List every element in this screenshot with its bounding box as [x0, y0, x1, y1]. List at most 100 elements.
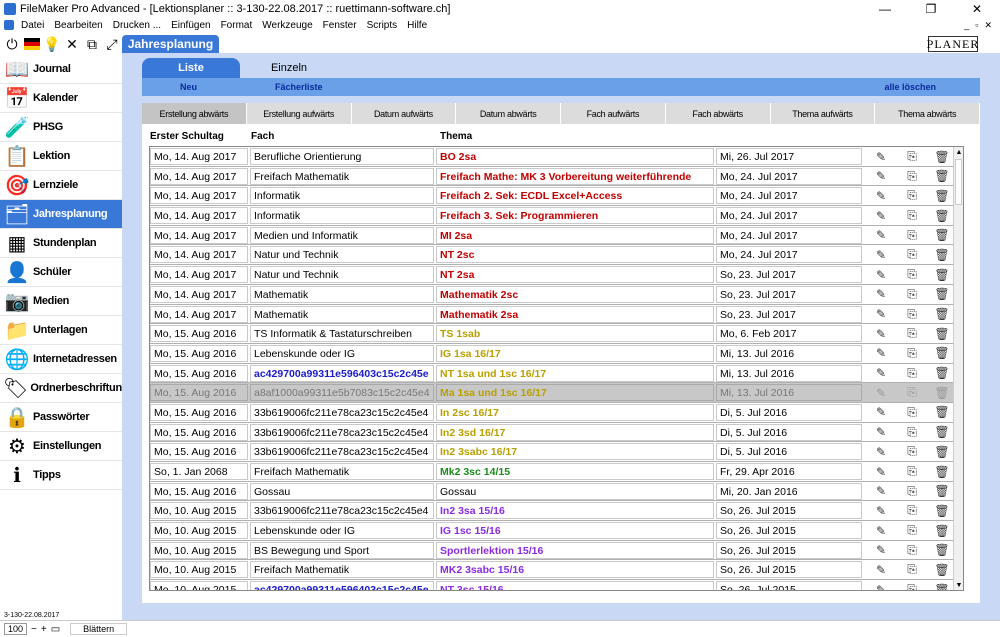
table-row[interactable]: So, 1. Jan 2068 Freifach Mathematik Mk2 3s…: [150, 462, 963, 482]
fach-field[interactable]: Mathematik: [250, 285, 434, 303]
schultag-field[interactable]: Mo, 15. Aug 2016: [150, 364, 248, 382]
delete-icon[interactable]: 🗑: [934, 582, 949, 590]
schultag-field[interactable]: Mo, 15. Aug 2016: [150, 344, 248, 362]
fach-field[interactable]: Freifach Mathematik: [250, 463, 434, 480]
delete-icon[interactable]: 🗑: [934, 385, 949, 400]
zoom-out-icon[interactable]: −: [31, 624, 37, 635]
fach-field[interactable]: ac429700a99311e596403c15c2c45e: [250, 364, 434, 382]
sidebar-item-unterlagen[interactable]: 📁 Unterlagen: [0, 316, 122, 345]
date-until-field[interactable]: Di, 5. Jul 2016: [716, 443, 862, 461]
fach-field[interactable]: Medien und Informatik: [250, 226, 434, 244]
table-row[interactable]: Mo, 15. Aug 2016 33b619006fc211e78ca23c15…: [150, 403, 963, 423]
close-button[interactable]: ✕: [954, 0, 1000, 18]
menu-hilfe[interactable]: Hilfe: [402, 20, 432, 31]
table-row[interactable]: Mo, 15. Aug 2016 Lebenskunde oder IG IG 1s…: [150, 344, 963, 364]
date-until-field[interactable]: Mo, 24. Jul 2017: [716, 187, 862, 205]
window-icon[interactable]: ⧉: [84, 36, 100, 52]
thema-field[interactable]: BO 2sa: [436, 148, 714, 165]
table-row[interactable]: Mo, 14. Aug 2017 Mathematik Mathematik 2sa…: [150, 305, 963, 325]
date-until-field[interactable]: So, 26. Jul 2015: [716, 502, 862, 520]
edit-icon[interactable]: ✎: [874, 169, 888, 184]
fach-field[interactable]: 33b619006fc211e78ca23c15c2c45e4: [250, 443, 434, 461]
schultag-field[interactable]: Mo, 10. Aug 2015: [150, 541, 248, 559]
copy-icon[interactable]: ⎘: [905, 346, 919, 361]
edit-icon[interactable]: ✎: [874, 503, 888, 518]
sidebar-item-einstellungen[interactable]: ⚙ Einstellungen: [0, 432, 122, 461]
fach-field[interactable]: 33b619006fc211e78ca23c15c2c45e4: [250, 502, 434, 520]
maximize-button[interactable]: ❐: [908, 0, 954, 18]
scroll-up-arrow-icon[interactable]: ▲: [954, 147, 963, 157]
menu-werkzeuge[interactable]: Werkzeuge: [257, 20, 317, 31]
sidebar-item-ordnerbeschriftung[interactable]: 🏷 Ordnerbeschriftung: [0, 374, 129, 403]
language-flag-icon[interactable]: [24, 36, 40, 52]
schultag-field[interactable]: Mo, 14. Aug 2017: [150, 148, 248, 165]
table-row[interactable]: Mo, 14. Aug 2017 Natur und Technik NT 2sa S…: [150, 265, 963, 285]
delete-icon[interactable]: 🗑: [934, 523, 949, 538]
sort-tab-datum-aufw-rts[interactable]: Datum aufwärts: [352, 103, 457, 124]
sidebar-item-internetadressen[interactable]: 🌐 Internetadressen: [0, 345, 122, 374]
menu-format[interactable]: Format: [216, 20, 258, 31]
sort-tab-fach-abw-rts[interactable]: Fach abwärts: [666, 103, 771, 124]
table-row[interactable]: Mo, 15. Aug 2016 ac429700a99311e596403c15…: [150, 364, 963, 384]
menu-fenster[interactable]: Fenster: [318, 20, 362, 31]
sort-tab-thema-abw-rts[interactable]: Thema abwärts: [875, 103, 980, 124]
sort-tab-thema-aufw-rts[interactable]: Thema aufwärts: [771, 103, 876, 124]
sidebar-item-lernziele[interactable]: 🎯 Lernziele: [0, 171, 122, 200]
delete-icon[interactable]: 🗑: [934, 307, 949, 322]
thema-field[interactable]: TS 1sab: [436, 325, 714, 343]
thema-field[interactable]: IG 1sc 15/16: [436, 522, 714, 540]
table-row[interactable]: Mo, 14. Aug 2017 Informatik Freifach 3. Se…: [150, 206, 963, 226]
thema-field[interactable]: Mathematik 2sa: [436, 305, 714, 323]
faecherliste-button[interactable]: Fächerliste: [275, 82, 323, 92]
scroll-down-arrow-icon[interactable]: ▼: [954, 580, 963, 590]
edit-icon[interactable]: ✎: [874, 228, 888, 243]
table-row[interactable]: Mo, 15. Aug 2016 TS Informatik & Tastatur…: [150, 324, 963, 344]
table-row[interactable]: Mo, 14. Aug 2017 Freifach Mathematik Freif…: [150, 167, 963, 187]
table-row[interactable]: Mo, 15. Aug 2016 a8af1000a99311e5b7083c15…: [150, 383, 963, 403]
delete-icon[interactable]: 🗑: [934, 149, 949, 164]
thema-field[interactable]: Freifach 3. Sek: Programmieren: [436, 207, 714, 225]
date-until-field[interactable]: So, 26. Jul 2015: [716, 541, 862, 559]
copy-icon[interactable]: ⎘: [905, 464, 919, 479]
copy-icon[interactable]: ⎘: [905, 287, 919, 302]
date-until-field[interactable]: Mo, 6. Feb 2017: [716, 325, 862, 343]
zoom-in-icon[interactable]: +: [41, 624, 47, 635]
expand-icon[interactable]: ⤢: [104, 36, 120, 52]
table-row[interactable]: Mo, 10. Aug 2015 33b619006fc211e78ca23c15…: [150, 501, 963, 522]
delete-icon[interactable]: 🗑: [934, 287, 949, 302]
edit-icon[interactable]: ✎: [874, 444, 888, 459]
table-row[interactable]: Mo, 10. Aug 2015 BS Bewegung und Sport Spo…: [150, 541, 963, 561]
fach-field[interactable]: 33b619006fc211e78ca23c15c2c45e4: [250, 403, 434, 421]
table-row[interactable]: Mo, 15. Aug 2016 33b619006fc211e78ca23c15…: [150, 442, 963, 462]
copy-icon[interactable]: ⎘: [905, 523, 919, 538]
sidebar-item-phsg[interactable]: 🧪 PHSG: [0, 113, 122, 142]
copy-icon[interactable]: ⎘: [905, 307, 919, 322]
edit-icon[interactable]: ✎: [874, 267, 888, 282]
tab-einzeln[interactable]: Einzeln: [240, 58, 338, 78]
schultag-field[interactable]: Mo, 14. Aug 2017: [150, 266, 248, 284]
date-until-field[interactable]: Di, 5. Jul 2016: [716, 423, 862, 441]
date-until-field[interactable]: So, 23. Jul 2017: [716, 266, 862, 284]
copy-icon[interactable]: ⎘: [905, 425, 919, 440]
sidebar-item-kalender[interactable]: 📅 Kalender: [0, 84, 122, 113]
sidebar-item-medien[interactable]: 📷 Medien: [0, 287, 122, 316]
edit-icon[interactable]: ✎: [874, 464, 888, 479]
schultag-field[interactable]: Mo, 14. Aug 2017: [150, 187, 248, 205]
delete-icon[interactable]: 🗑: [934, 267, 949, 282]
menu-bearbeiten[interactable]: Bearbeiten: [49, 20, 107, 31]
thema-field[interactable]: In2 3sd 16/17: [436, 423, 714, 441]
schultag-field[interactable]: So, 1. Jan 2068: [150, 463, 248, 480]
thema-field[interactable]: NT 3sc 15/16: [436, 581, 714, 590]
table-row[interactable]: Mo, 15. Aug 2016 33b619006fc211e78ca23c15…: [150, 423, 963, 443]
schultag-field[interactable]: Mo, 15. Aug 2016: [150, 384, 248, 402]
schultag-field[interactable]: Mo, 14. Aug 2017: [150, 167, 248, 185]
copy-icon[interactable]: ⎘: [905, 385, 919, 400]
thema-field[interactable]: In 2sc 16/17: [436, 403, 714, 421]
copy-icon[interactable]: ⎘: [905, 562, 919, 577]
scroll-thumb[interactable]: [955, 159, 962, 205]
delete-icon[interactable]: 🗑: [934, 562, 949, 577]
thema-field[interactable]: Freifach Mathe: MK 3 Vorbereitung weiter…: [436, 167, 714, 185]
sidebar-item-stundenplan[interactable]: ▦ Stundenplan: [0, 229, 122, 258]
date-until-field[interactable]: Mi, 13. Jul 2016: [716, 344, 862, 362]
date-until-field[interactable]: Mi, 13. Jul 2016: [716, 364, 862, 382]
